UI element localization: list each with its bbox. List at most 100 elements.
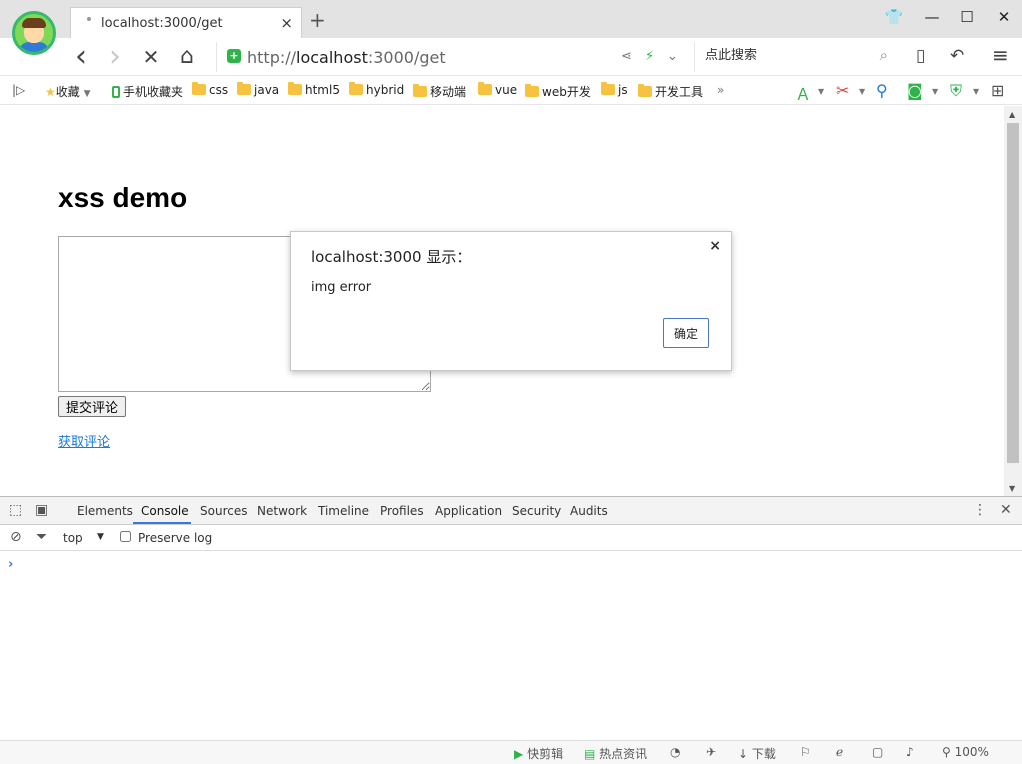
search-icon[interactable]: ⌕	[880, 46, 888, 64]
download-icon: ↓	[738, 747, 749, 761]
tab-application[interactable]: Application	[435, 504, 502, 518]
bookmark-item-devtools[interactable]: 开发工具	[638, 83, 703, 100]
more-options-icon[interactable]: ⋮	[973, 502, 987, 518]
tab-sources[interactable]: Sources	[200, 504, 247, 518]
filter-icon[interactable]: ⏷	[36, 529, 47, 545]
tab-strip: localhost:3000/get × + 👕 — ☐ ✕	[0, 0, 1022, 55]
page-heading: xss demo	[58, 182, 188, 213]
back-button[interactable]: ‹	[68, 42, 94, 72]
chevron-down-icon[interactable]: ▼	[97, 532, 104, 542]
devtools-tab-bar: ⬚ ▣ Elements Console Sources Network Tim…	[0, 497, 1022, 525]
ie-icon[interactable]: ℯ	[836, 745, 843, 759]
folder-icon	[638, 84, 652, 97]
video-clip-icon: ▶	[514, 747, 524, 761]
maximize-button[interactable]: ☐	[955, 8, 979, 26]
chevron-down-icon[interactable]: ⌄	[667, 49, 678, 64]
bookmark-item-mobile-dev[interactable]: 移动端	[413, 83, 466, 100]
dialog-ok-button[interactable]: 确定	[663, 318, 709, 348]
chevron-down-icon[interactable]: ▼	[818, 87, 824, 96]
preserve-log-checkbox[interactable]	[120, 531, 131, 542]
bookmark-favorites[interactable]: ★收藏 ▼	[45, 83, 91, 100]
browser-tab[interactable]: localhost:3000/get ×	[70, 7, 302, 39]
user-avatar[interactable]	[12, 11, 56, 55]
stop-button[interactable]: ✕	[138, 44, 164, 70]
navigation-bar: ‹ › ✕ ⌂ + http://localhost:3000/get ⋖ ⚡ …	[0, 38, 1022, 76]
scroll-down-icon[interactable]: ▼	[1009, 484, 1015, 493]
sidebar-toggle-icon[interactable]: |▷	[12, 83, 25, 97]
bookmark-item-mobile[interactable]: 手机收藏夹	[112, 83, 183, 100]
url-text[interactable]: http://localhost:3000/get	[247, 48, 446, 67]
sound-icon[interactable]: ♪	[906, 745, 914, 759]
bookmark-item-java[interactable]: java	[237, 82, 279, 97]
status-item-download[interactable]: ↓ 下载	[738, 745, 776, 762]
submit-comment-button[interactable]: 提交评论	[58, 396, 126, 417]
bookmark-item-html5[interactable]: html5	[288, 82, 340, 97]
status-item-news[interactable]: ▤ 热点资讯	[584, 745, 647, 762]
translate-icon[interactable]: Ａ	[795, 81, 811, 105]
search-box[interactable]: ⌕	[694, 42, 894, 72]
tab-network[interactable]: Network	[257, 504, 307, 518]
devtools-close-icon[interactable]: ✕	[1000, 502, 1012, 518]
zoom-icon: ⚲	[942, 745, 951, 759]
menu-icon[interactable]: ≡	[992, 43, 1009, 67]
bookmark-item-css[interactable]: css	[192, 82, 228, 97]
chevron-down-icon[interactable]: ▼	[973, 87, 979, 96]
forward-button[interactable]: ›	[102, 42, 128, 72]
minimize-button[interactable]: —	[920, 8, 944, 26]
status-item-clip[interactable]: ▶ 快剪辑	[514, 745, 563, 762]
address-bar[interactable]: + http://localhost:3000/get ⋖ ⚡ ⌄	[216, 42, 692, 72]
skin-icon[interactable]: 👕	[882, 8, 906, 26]
tab-profiles[interactable]: Profiles	[380, 504, 424, 518]
dialog-close-icon[interactable]: ×	[709, 238, 721, 254]
page-scrollbar[interactable]: ▲ ▼	[1004, 106, 1022, 496]
scroll-up-icon[interactable]: ▲	[1009, 110, 1015, 119]
home-button[interactable]: ⌂	[174, 44, 200, 70]
star-icon: ★	[45, 85, 56, 99]
get-comments-link[interactable]: 获取评论	[58, 431, 110, 450]
device-mode-icon[interactable]: ▣	[35, 502, 48, 518]
chevron-down-icon[interactable]: ▼	[932, 87, 938, 96]
secure-shield-icon: +	[227, 49, 241, 63]
apps-grid-icon[interactable]: ⊞	[991, 81, 1004, 100]
preserve-log-label: Preserve log	[138, 531, 213, 545]
tab-close-icon[interactable]: ×	[280, 14, 293, 32]
tab-elements[interactable]: Elements	[77, 504, 133, 518]
window-close-button[interactable]: ✕	[992, 8, 1016, 26]
bookmark-item-hybrid[interactable]: hybrid	[349, 82, 404, 97]
dialog-title: localhost:3000 显示：	[311, 248, 472, 266]
clear-console-icon[interactable]: ⊘	[10, 529, 22, 545]
window-icon[interactable]: ▢	[872, 745, 883, 759]
alert-dialog: localhost:3000 显示： × img error 确定	[290, 231, 732, 371]
console-prompt-icon: ›	[8, 557, 14, 572]
bookmarks-more-icon[interactable]: »	[717, 83, 724, 97]
console-output[interactable]: ›	[0, 551, 1022, 741]
shield-icon[interactable]: ⛨	[950, 81, 962, 101]
scrollbar-thumb[interactable]	[1007, 123, 1019, 463]
speed-icon[interactable]: ◔	[670, 745, 680, 759]
reader-mode-icon[interactable]: ▯	[916, 46, 925, 66]
bookmark-item-web[interactable]: web开发	[525, 83, 591, 100]
bookmarks-bar: |▷ ★收藏 ▼ 手机收藏夹 css java html5 hybrid 移动端…	[0, 77, 1022, 105]
tab-security[interactable]: Security	[512, 504, 561, 518]
bolt-icon[interactable]: ⚡	[645, 49, 654, 64]
flag-icon[interactable]: ⚐	[800, 745, 811, 759]
tab-console[interactable]: Console	[141, 504, 189, 518]
gamepad-icon[interactable]: ◙	[907, 81, 923, 100]
new-tab-button[interactable]: +	[309, 10, 326, 30]
zoom-control[interactable]: ⚲ 100%	[942, 745, 989, 759]
scissors-icon[interactable]: ✂	[836, 81, 849, 100]
pin-icon[interactable]: ✈	[706, 745, 716, 759]
folder-icon	[525, 84, 539, 97]
share-icon[interactable]: ⋖	[621, 49, 632, 64]
context-selector[interactable]: top	[63, 531, 83, 545]
magnifier-icon[interactable]: ⚲	[876, 81, 888, 100]
inspect-element-icon[interactable]: ⬚	[9, 502, 22, 518]
tab-audits[interactable]: Audits	[570, 504, 608, 518]
bookmark-item-vue[interactable]: vue	[478, 82, 517, 97]
dialog-message: img error	[311, 280, 372, 295]
bookmark-item-js[interactable]: js	[601, 82, 628, 97]
undo-icon[interactable]: ↶	[950, 46, 964, 66]
chevron-down-icon[interactable]: ▼	[859, 87, 865, 96]
tab-timeline[interactable]: Timeline	[318, 504, 369, 518]
search-input[interactable]	[705, 48, 855, 63]
